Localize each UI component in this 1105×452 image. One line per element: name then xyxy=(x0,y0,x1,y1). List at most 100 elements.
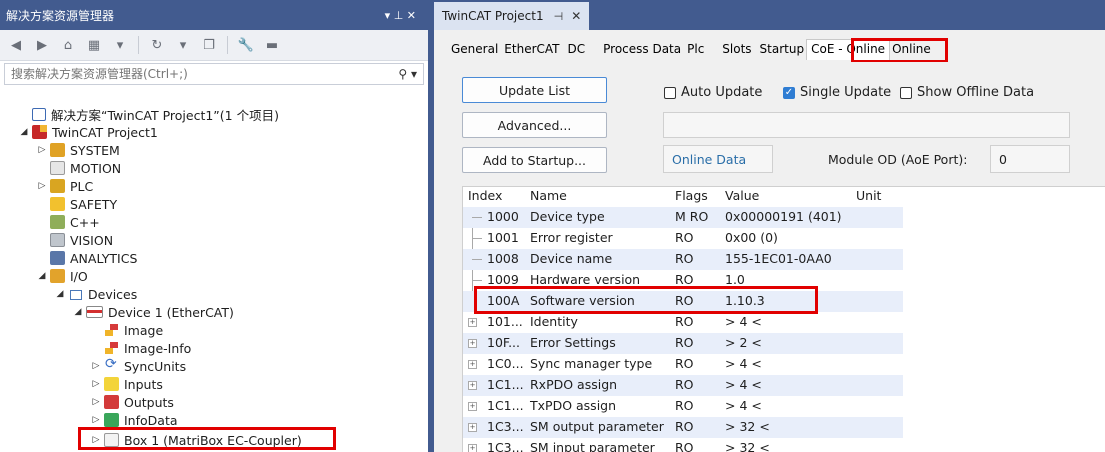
module-od-port-field[interactable]: 0 xyxy=(990,145,1070,173)
tree-node-inputs[interactable]: ▷ Inputs xyxy=(90,375,163,393)
tree-expander[interactable]: ▷ xyxy=(36,145,48,155)
pin-icon[interactable]: ⊣ xyxy=(554,10,564,23)
column-header-index[interactable]: Index xyxy=(468,188,502,206)
solution-explorer-panel: 解决方案资源管理器 ▾ ⊥ ✕ ◀ ▶ ⌂ ▦ ▾ ↻ ▾ ❐ 🔧 ▬ ⚲ ▾ … xyxy=(0,0,428,452)
tree-expander[interactable]: ▷ xyxy=(90,415,102,425)
dropdown-icon[interactable]: ▾ xyxy=(108,34,132,56)
table-row[interactable]: 1009 Hardware version RO 1.0 xyxy=(463,270,903,291)
tree-node-image[interactable]: Image xyxy=(90,321,163,339)
expand-plus-icon[interactable]: + xyxy=(468,360,477,369)
table-row[interactable]: 1008 Device name RO 155-1EC01-0AA0 xyxy=(463,249,903,270)
tree-node-system[interactable]: ▷ SYSTEM xyxy=(36,141,120,159)
document-tab-bar: TwinCAT Project1 ⊣ ✕ xyxy=(434,0,1105,30)
document-tab[interactable]: TwinCAT Project1 ⊣ ✕ xyxy=(434,2,590,30)
search-icon[interactable]: ⚲ ▾ xyxy=(398,67,417,81)
tree-node-solution[interactable]: 解决方案“TwinCAT Project1”(1 个项目) xyxy=(18,105,279,123)
expand-plus-icon[interactable]: + xyxy=(468,339,477,348)
tree-node-label: Inputs xyxy=(124,376,163,392)
expand-plus-icon[interactable]: + xyxy=(468,402,477,411)
panel-window-controls[interactable]: ▾ ⊥ ✕ xyxy=(385,9,416,22)
coe-object-table: Index Name Flags Value Unit 1000 Device … xyxy=(462,186,1105,452)
tab-coe-online[interactable]: CoE - Online xyxy=(806,39,891,60)
forward-icon[interactable]: ▶ xyxy=(30,34,54,56)
column-header-value[interactable]: Value xyxy=(725,188,759,206)
tree-node-label: I/O xyxy=(70,268,88,284)
table-row[interactable]: + 101... Identity RO > 4 < xyxy=(463,312,903,333)
table-row[interactable]: + 1C0... Sync manager type RO > 4 < xyxy=(463,354,903,375)
module-od-label: Module OD (AoE Port): xyxy=(828,152,968,167)
tree-node-image-info[interactable]: Image-Info xyxy=(90,339,191,357)
tree-expander[interactable]: ▷ xyxy=(90,379,102,389)
tree-expander[interactable]: ▷ xyxy=(36,181,48,191)
tree-expander[interactable]: ◢ xyxy=(72,307,84,317)
expand-plus-icon[interactable]: + xyxy=(468,423,477,432)
table-row[interactable]: + 10F... Error Settings RO > 2 < xyxy=(463,333,903,354)
table-row[interactable]: + 1C3... SM output parameter RO > 32 < xyxy=(463,417,903,438)
tab-online[interactable]: Online xyxy=(892,40,931,60)
update-list-button[interactable]: Update List xyxy=(462,77,607,103)
tree-node-analytics[interactable]: ANALYTICS xyxy=(36,249,137,267)
tree-node-safety[interactable]: SAFETY xyxy=(36,195,117,213)
back-icon[interactable]: ◀ xyxy=(4,34,28,56)
table-row[interactable]: 100A Software version RO 1.10.3 xyxy=(463,291,903,312)
solution-explorer-title: 解决方案资源管理器 xyxy=(6,8,115,23)
auto-update-checkbox[interactable]: Auto Update xyxy=(664,85,762,100)
tree-expander[interactable]: ◢ xyxy=(54,289,66,299)
single-update-checkbox[interactable]: ✓ Single Update xyxy=(783,85,891,100)
expand-plus-icon[interactable]: + xyxy=(468,444,477,452)
tree-expander[interactable]: ▷ xyxy=(90,361,102,371)
solution-search-box[interactable]: ⚲ ▾ xyxy=(4,63,424,85)
tree-node-device1[interactable]: ◢ Device 1 (EtherCAT) xyxy=(72,303,234,321)
tree-expander[interactable]: ▷ xyxy=(90,435,102,445)
tree-expander[interactable]: ◢ xyxy=(36,271,48,281)
cell-flags: RO xyxy=(675,440,694,452)
solution-search-input[interactable] xyxy=(9,66,399,82)
table-row[interactable]: + 1C1... TxPDO assign RO > 4 < xyxy=(463,396,903,417)
tree-node-plc[interactable]: ▷ PLC xyxy=(36,177,94,195)
expand-plus-icon[interactable]: + xyxy=(468,318,477,327)
cell-flags: RO xyxy=(675,251,694,266)
table-row[interactable]: + 1C1... RxPDO assign RO > 4 < xyxy=(463,375,903,396)
tab-general[interactable]: General xyxy=(451,40,498,60)
home-icon[interactable]: ⌂ xyxy=(56,34,80,56)
show-offline-data-checkbox[interactable]: Show Offline Data xyxy=(900,85,1034,100)
dropdown-icon[interactable]: ▾ xyxy=(171,34,195,56)
tab-slots[interactable]: Slots xyxy=(722,40,751,60)
cell-value: 0x00 (0) xyxy=(725,230,778,245)
table-row[interactable]: + 1C3... SM input parameter RO > 32 < xyxy=(463,438,903,452)
advanced-button[interactable]: Advanced... xyxy=(462,112,607,138)
tab-ethercat[interactable]: EtherCAT xyxy=(504,40,559,60)
column-header-flags[interactable]: Flags xyxy=(675,188,708,206)
tree-expander[interactable]: ▷ xyxy=(90,397,102,407)
tree-node-io[interactable]: ◢ I/O xyxy=(36,267,88,285)
tree-node-vision[interactable]: VISION xyxy=(36,231,113,249)
tab-startup[interactable]: Startup xyxy=(760,40,805,60)
auto-update-label: Auto Update xyxy=(681,85,763,100)
copy-icon[interactable]: ❐ xyxy=(197,34,221,56)
cell-flags: RO xyxy=(675,230,694,245)
tree-node-devices[interactable]: ◢ Devices xyxy=(54,285,138,303)
tab-plc[interactable]: Plc xyxy=(687,40,704,60)
tree-node-project[interactable]: ◢ TwinCAT Project1 xyxy=(18,123,158,141)
tree-expander[interactable]: ◢ xyxy=(18,127,30,137)
close-icon[interactable]: ✕ xyxy=(571,9,581,23)
tree-node-infodata[interactable]: ▷ InfoData xyxy=(90,411,178,429)
expand-plus-icon[interactable]: + xyxy=(468,381,477,390)
add-to-startup-button[interactable]: Add to Startup... xyxy=(462,147,607,173)
column-header-name[interactable]: Name xyxy=(530,188,567,206)
cell-flags: RO xyxy=(675,398,694,413)
tree-node-box1[interactable]: ▷ Box 1 (MatriBox EC-Coupler) xyxy=(90,431,302,449)
properties-wrench-icon[interactable]: 🔧 xyxy=(234,34,258,56)
tree-node-motion[interactable]: MOTION xyxy=(36,159,121,177)
table-row[interactable]: 1001 Error register RO 0x00 (0) xyxy=(463,228,903,249)
tree-node-syncunits[interactable]: ▷ SyncUnits xyxy=(90,356,187,375)
tree-node-cpp[interactable]: C++ xyxy=(36,213,100,231)
tree-node-outputs[interactable]: ▷ Outputs xyxy=(90,393,174,411)
tab-dc[interactable]: DC xyxy=(568,40,586,60)
table-row[interactable]: 1000 Device type M RO 0x00000191 (401) xyxy=(463,207,903,228)
tab-process-data[interactable]: Process Data xyxy=(603,40,681,60)
history-icon[interactable]: ↻ xyxy=(145,34,169,56)
preview-icon[interactable]: ▬ xyxy=(260,34,284,56)
column-header-unit[interactable]: Unit xyxy=(856,188,881,206)
switch-views-icon[interactable]: ▦ xyxy=(82,34,106,56)
